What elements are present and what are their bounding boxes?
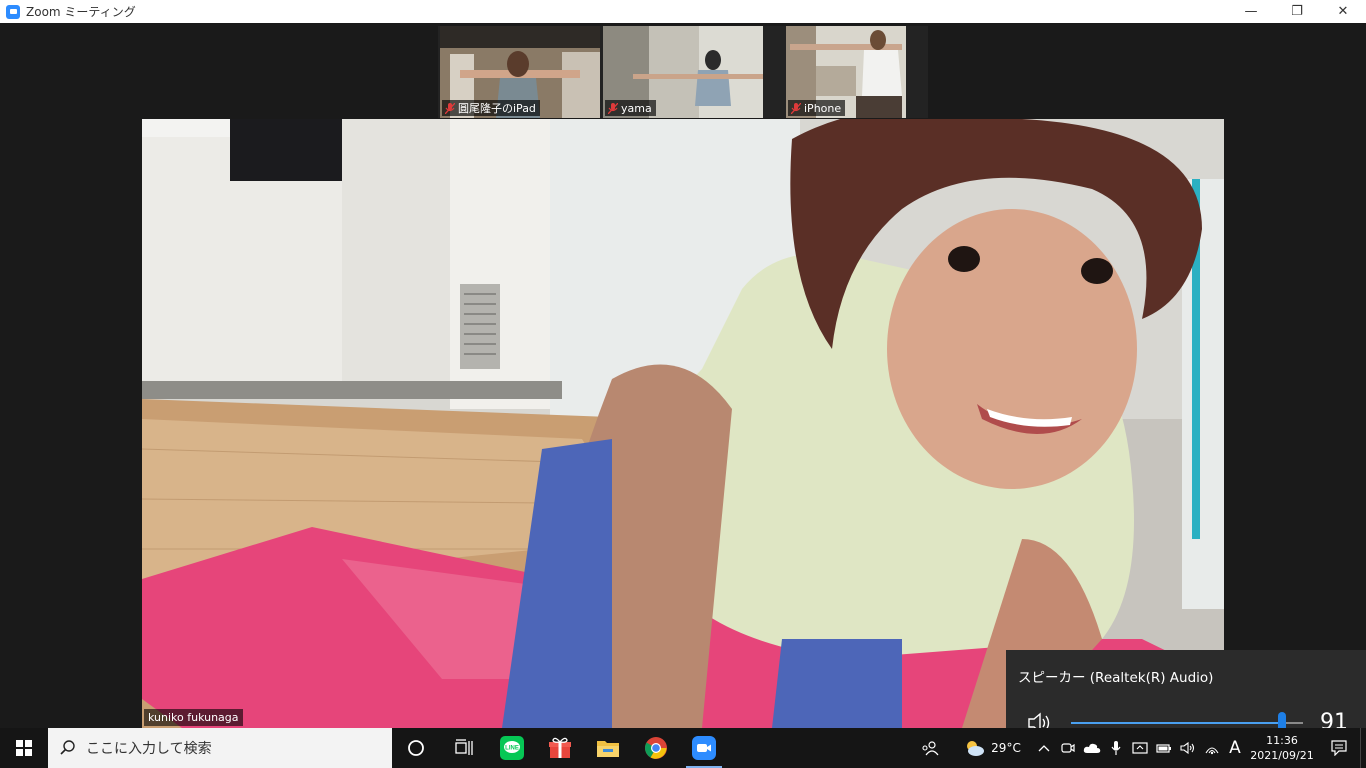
participant-name: yama [621,101,652,115]
windows-taskbar: ここに入力して検索 LINE 29°C A 11:36 2021/09/21 [0,728,1366,768]
people-button[interactable] [908,728,952,768]
microphone-icon [1111,741,1121,755]
search-icon [60,740,75,755]
participant-name-tag: iPhone [788,100,846,116]
show-desktop-button[interactable] [1360,728,1366,768]
people-icon [922,741,939,756]
window-title: Zoom ミーティング [26,5,136,19]
partly-cloudy-icon [967,741,985,756]
active-speaker-frame [142,119,1224,728]
windows-logo-icon [16,740,32,756]
onedrive-tray[interactable] [1080,728,1104,768]
device-icon [1132,742,1148,754]
gift-icon [549,737,571,758]
participant-video-tile[interactable]: 圓尾隆子のiPad [440,26,600,118]
zoom-app-icon [6,4,20,19]
participant-name: 圓尾隆子のiPad [458,102,536,115]
battery-charging-icon [1156,744,1171,753]
minimize-button[interactable]: — [1228,0,1274,23]
task-view-icon [455,739,473,755]
clock-time: 11:36 [1266,734,1298,747]
window-controls: — ❐ ✕ [1228,0,1366,23]
ime-indicator[interactable]: A [1224,728,1246,768]
weather-temperature: 29°C [991,741,1021,755]
zoom-taskbar-button[interactable] [680,728,728,768]
close-button[interactable]: ✕ [1320,0,1366,23]
chrome-button[interactable] [632,728,680,768]
svg-text:LINE: LINE [505,746,519,752]
action-device-tray[interactable] [1128,728,1152,768]
microphone-muted-icon [608,102,618,114]
participant-video-tile[interactable]: iPhone [786,26,906,118]
volume-slider[interactable] [1071,712,1303,734]
network-tray[interactable] [1200,728,1224,768]
meet-now-tray[interactable] [1056,728,1080,768]
notification-icon [1331,740,1347,756]
volume-slider-fill [1071,722,1283,724]
participant-video-tile[interactable]: yama [603,26,763,118]
meeting-area: 圓尾隆子のiPad yama iPhone kuniko fukunaga スピ… [0,23,1366,751]
cortana-button[interactable] [392,728,440,768]
audio-device-label[interactable]: スピーカー (Realtek(R) Audio) [1018,666,1213,686]
file-explorer-icon [597,741,619,757]
zoom-icon [692,736,716,760]
taskbar-search-box[interactable]: ここに入力して検索 [48,728,392,768]
wifi-icon [1205,747,1219,755]
microphone-tray[interactable] [1104,728,1128,768]
active-speaker-video[interactable]: kuniko fukunaga [142,119,1224,728]
gift-app-button[interactable] [536,728,584,768]
participant-name: iPhone [804,101,842,115]
start-button[interactable] [0,728,48,768]
chrome-icon [645,737,667,759]
chevron-up-icon [1038,745,1050,752]
line-icon: LINE [500,736,524,760]
meet-now-icon [1061,743,1075,753]
microphone-muted-icon [791,102,801,114]
file-explorer-button[interactable] [584,728,632,768]
line-app-button[interactable]: LINE [488,728,536,768]
battery-tray[interactable] [1152,728,1176,768]
action-center-button[interactable] [1318,728,1360,768]
microphone-muted-icon [445,102,455,114]
task-view-button[interactable] [440,728,488,768]
participant-name-tag: 圓尾隆子のiPad [442,100,540,116]
onedrive-cloud-icon [1083,743,1101,753]
volume-tray[interactable] [1176,728,1200,768]
volume-icon [1180,741,1195,755]
cortana-icon [408,740,424,756]
search-placeholder: ここに入力して検索 [86,741,212,757]
clock-date: 2021/09/21 [1250,749,1314,762]
active-speaker-name-tag: kuniko fukunaga [144,709,243,726]
taskbar-clock[interactable]: 11:36 2021/09/21 [1246,728,1318,768]
system-tray: 29°C A 11:36 2021/09/21 [908,728,1366,768]
weather-widget[interactable]: 29°C [952,728,1032,768]
restore-button[interactable]: ❐ [1274,0,1320,23]
participant-name-tag: yama [605,100,656,116]
title-bar: Zoom ミーティング — ❐ ✕ [0,0,1366,23]
participant-thumbnail-strip: 圓尾隆子のiPad yama iPhone [438,26,928,118]
show-hidden-icons-button[interactable] [1032,728,1056,768]
